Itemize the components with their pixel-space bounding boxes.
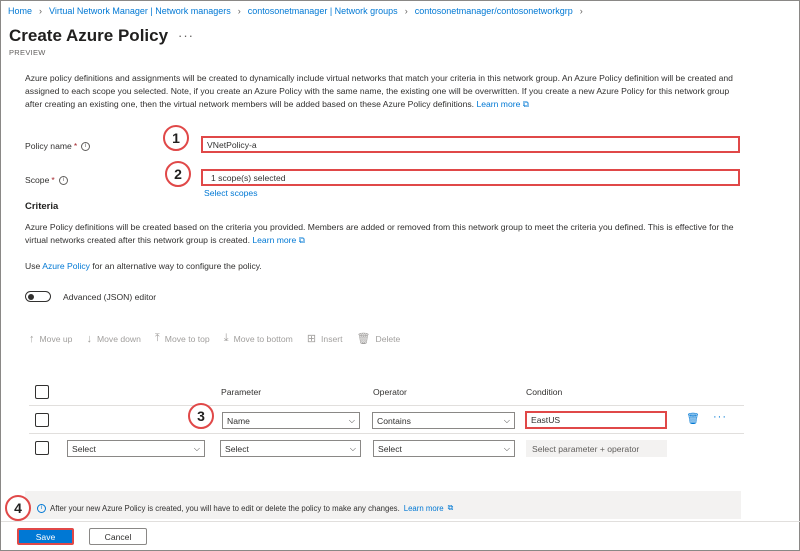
arrow-to-top-icon: ⤒ — [154, 332, 160, 344]
advanced-editor-label: Advanced (JSON) editor — [63, 292, 157, 302]
alt-prefix: Use — [25, 261, 41, 271]
move-to-bottom-label: Move to bottom — [233, 333, 293, 344]
callout-3: 3 — [188, 403, 214, 429]
trash-icon: 🗑 — [356, 333, 371, 345]
column-header-operator: Operator — [373, 387, 407, 397]
trash-icon[interactable]: 🗑 — [686, 412, 700, 425]
callout-4: 4 — [5, 495, 31, 521]
chevron-down-icon: ⌵ — [503, 415, 510, 425]
policy-name-input[interactable]: VNetPolicy-a — [201, 136, 740, 153]
insert-button[interactable]: ⊞ Insert — [307, 332, 343, 345]
column-header-condition: Condition — [526, 387, 563, 397]
parameter-value: Select — [225, 443, 249, 454]
move-up-button[interactable]: ↑ Move up — [29, 333, 72, 345]
condition-input[interactable]: EastUS — [525, 411, 667, 429]
operator-dropdown[interactable]: Contains ⌵ — [372, 412, 515, 429]
info-message: i After your new Azure Policy is created… — [37, 503, 453, 513]
arrow-down-icon: ↓ — [86, 332, 92, 345]
breadcrumb-network-group[interactable]: contosonetmanager/contosonetworkgrp — [415, 6, 573, 16]
delete-button[interactable]: 🗑 Delete — [357, 332, 401, 345]
chevron-right-icon: › — [404, 6, 408, 16]
arrow-up-icon: ↑ — [29, 332, 35, 345]
external-link-icon: ⧉ — [522, 99, 529, 109]
move-to-bottom-button[interactable]: ⤓ Move to bottom — [224, 332, 293, 345]
description-text: Azure policy definitions and assignments… — [25, 73, 733, 109]
parameter-dropdown[interactable]: Name ⌵ — [222, 412, 360, 429]
move-down-label: Move down — [96, 333, 141, 344]
breadcrumb-network-managers[interactable]: Virtual Network Manager | Network manage… — [49, 6, 231, 16]
external-link-icon: ⧉ — [298, 235, 305, 245]
chevron-down-icon: ⌵ — [503, 443, 510, 453]
select-scopes-link[interactable]: Select scopes — [204, 188, 258, 198]
criteria-heading: Criteria — [25, 201, 59, 212]
info-icon[interactable]: i — [58, 175, 68, 185]
alt-suffix: for an alternative way to configure the … — [92, 261, 262, 271]
page-subtitle: PREVIEW — [9, 48, 46, 57]
policy-name-label-text: Policy name — [25, 141, 72, 151]
external-link-icon: ⧉ — [447, 503, 454, 512]
scope-input[interactable]: 1 scope(s) selected — [201, 169, 740, 186]
group-value: Select — [72, 443, 96, 454]
arrow-to-bottom-icon: ⤓ — [223, 332, 229, 344]
info-icon: i — [37, 503, 46, 513]
alternative-config-text: Use Azure Policy for an alternative way … — [25, 261, 262, 271]
select-all-checkbox[interactable] — [35, 385, 49, 399]
operator-dropdown-empty[interactable]: Select ⌵ — [373, 440, 515, 457]
cancel-button[interactable]: Cancel — [89, 528, 147, 545]
move-to-top-label: Move to top — [164, 333, 210, 344]
info-learn-more-link[interactable]: Learn more — [404, 504, 444, 513]
row-checkbox[interactable] — [35, 413, 49, 427]
move-up-label: Move up — [39, 333, 73, 344]
more-options-icon[interactable]: ··· — [178, 28, 194, 43]
callout-2: 2 — [165, 161, 191, 187]
delete-label: Delete — [375, 333, 401, 344]
row-more-options-icon[interactable]: ··· — [713, 411, 727, 423]
table-divider — [29, 433, 744, 434]
policy-name-label: Policy name * i — [25, 141, 91, 151]
insert-label: Insert — [321, 333, 343, 344]
azure-policy-link[interactable]: Azure Policy — [42, 261, 90, 271]
callout-1: 1 — [163, 125, 189, 151]
chevron-down-icon: ⌵ — [349, 443, 356, 453]
condition-placeholder: Select parameter + operator — [526, 440, 667, 457]
chevron-right-icon: › — [39, 6, 43, 16]
parameter-dropdown-empty[interactable]: Select ⌵ — [220, 440, 361, 457]
breadcrumb-home[interactable]: Home — [8, 6, 32, 16]
breadcrumb: Home › Virtual Network Manager | Network… — [8, 6, 590, 16]
insert-icon: ⊞ — [306, 333, 317, 345]
scope-label: Scope * i — [25, 175, 68, 185]
info-icon[interactable]: i — [81, 141, 91, 151]
operator-value: Select — [378, 443, 402, 454]
group-dropdown[interactable]: Select ⌵ — [67, 440, 205, 457]
required-marker: * — [51, 175, 55, 185]
parameter-value: Name — [227, 415, 250, 426]
chevron-down-icon: ⌵ — [348, 415, 355, 425]
row-checkbox[interactable] — [35, 441, 49, 455]
criteria-toolbar: ↑ Move up ↓ Move down ⤒ Move to top ⤓ Move t… — [29, 332, 400, 345]
column-header-parameter: Parameter — [221, 387, 262, 397]
table-divider — [29, 405, 744, 406]
policy-description: Azure policy definitions and assignments… — [25, 72, 745, 111]
info-text: After your new Azure Policy is created, … — [50, 503, 400, 513]
required-marker: * — [73, 141, 78, 151]
criteria-text: Azure Policy definitions will be created… — [25, 222, 734, 245]
criteria-learn-more-link[interactable]: Learn more — [252, 235, 296, 245]
scope-label-text: Scope — [25, 175, 50, 185]
move-to-top-button[interactable]: ⤒ Move to top — [155, 332, 210, 345]
move-down-button[interactable]: ↓ Move down — [86, 333, 140, 345]
learn-more-link[interactable]: Learn more — [476, 99, 520, 109]
chevron-down-icon: ⌵ — [193, 443, 200, 453]
page-title: Create Azure Policy — [9, 26, 169, 45]
chevron-right-icon: › — [237, 6, 241, 16]
operator-value: Contains — [377, 415, 411, 426]
footer-divider — [1, 521, 800, 522]
save-button[interactable]: Save — [17, 528, 74, 545]
breadcrumb-network-groups[interactable]: contosonetmanager | Network groups — [248, 6, 398, 16]
chevron-right-icon: › — [579, 6, 583, 16]
criteria-description: Azure Policy definitions will be created… — [25, 221, 745, 247]
advanced-editor-toggle[interactable] — [25, 291, 51, 302]
